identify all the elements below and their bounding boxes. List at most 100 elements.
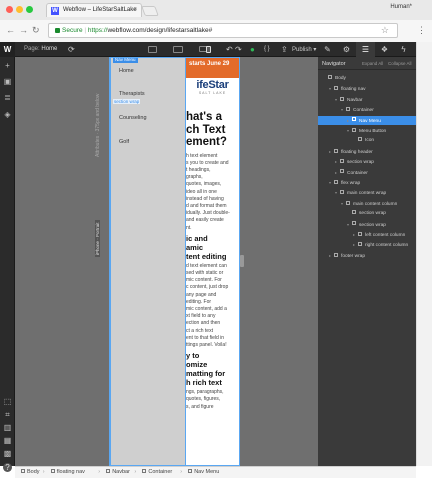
page-preview[interactable]: starts June 29 ifeStar SALT LAKE hat's a… <box>110 57 239 466</box>
help-icon[interactable]: ? <box>3 463 12 472</box>
element-box-icon <box>358 242 362 247</box>
navigator-row[interactable]: ▾ Navbar <box>318 95 416 104</box>
publish-button[interactable]: Publish ▾ <box>292 46 316 53</box>
back-icon[interactable]: ← <box>6 25 15 35</box>
navigator-row[interactable]: ▸ right content column <box>318 240 416 249</box>
article-paragraph: h text element s you to create and t hea… <box>186 152 230 231</box>
design-canvas[interactable]: Attributes · 375px and below iPhone · Po… <box>15 57 318 466</box>
navigator-row[interactable]: ▾ Container <box>318 105 416 114</box>
navigator-row[interactable]: ▸ left content column <box>318 230 416 239</box>
nav-link-therapists[interactable]: Therapists <box>119 91 145 97</box>
article-content[interactable]: hat's a ch Text ement? h text element s … <box>186 111 239 411</box>
navigator-row[interactable]: section wrap <box>318 209 416 218</box>
brand-logo[interactable]: ifeStar SALT LAKE <box>186 79 239 101</box>
navigator-row-label: Nav Menu <box>359 118 381 124</box>
navigator-row[interactable]: ▾ Menu Button <box>318 126 416 135</box>
page-selector[interactable]: Page: Home <box>24 46 57 52</box>
breadcrumb-separator-icon: › <box>98 469 101 475</box>
close-window-button[interactable] <box>6 6 13 13</box>
phone-portrait-view-icon[interactable] <box>206 46 211 53</box>
navigator-row[interactable]: Body <box>318 74 416 83</box>
navigator-row[interactable]: ▾ flex wrap <box>318 178 416 187</box>
navigator-row-label: floating header <box>341 149 373 155</box>
element-box-icon <box>340 96 344 101</box>
cms-icon[interactable]: ◈ <box>3 110 12 119</box>
navigator-row[interactable]: ▾ main content wrap <box>318 188 416 197</box>
desktop-view-icon[interactable] <box>148 46 157 53</box>
symbols-panel-tab[interactable]: ❖ <box>375 42 394 57</box>
element-box-icon <box>142 468 147 473</box>
nav-link-counseling[interactable]: Counseling <box>119 115 147 121</box>
page-settings-icon[interactable]: ⟳ <box>68 45 75 54</box>
navigator-row[interactable]: ▸ section wrap <box>318 157 416 166</box>
code-icon[interactable]: { } <box>264 45 270 54</box>
webflow-logo-icon[interactable]: W <box>0 42 15 57</box>
collapse-all-button[interactable]: Collapse All <box>388 61 412 66</box>
zoom-window-button[interactable] <box>26 6 33 13</box>
navigator-row[interactable]: ▾ floating nav <box>318 84 416 93</box>
tablet-view-icon[interactable] <box>173 46 183 53</box>
select-tool-icon[interactable]: ⬚ <box>3 397 12 406</box>
address-bar[interactable]: Secure | https://webflow.com/design/life… <box>48 23 398 38</box>
bookmark-star-icon[interactable]: ☆ <box>381 25 389 36</box>
tab-close-icon[interactable]: × <box>133 7 137 13</box>
page-footer-area <box>0 478 432 499</box>
breadcrumb: Body › floating nav › Navbar › Container › Nav M… <box>15 466 416 478</box>
status-check-icon[interactable]: ● <box>250 45 255 54</box>
redo-icon[interactable]: ↷ <box>235 45 242 54</box>
element-box-icon <box>352 221 356 226</box>
expand-all-button[interactable]: Expand All <box>362 61 383 66</box>
navigator-row[interactable]: ▾ main content column <box>318 199 416 208</box>
symbols-icon[interactable]: ▣ <box>3 77 12 86</box>
element-box-icon <box>188 468 193 473</box>
navigator-panel-tab[interactable]: ☰ <box>356 42 375 57</box>
element-box-icon <box>106 468 111 473</box>
navigator-row-label: section wrap <box>347 160 374 166</box>
style-panel-tab[interactable]: ✎ <box>318 42 337 57</box>
resize-handle[interactable] <box>240 255 244 267</box>
device-label: iPhone · Portrait <box>95 220 100 257</box>
navigator-row[interactable]: Icon <box>318 136 416 145</box>
nav-link-golf[interactable]: Golf <box>119 139 129 145</box>
navigator-row[interactable]: ▸ footer wrap <box>318 251 416 260</box>
navigator-row[interactable]: ▾ section wrap <box>318 220 416 229</box>
browser-menu-icon[interactable]: ⋮ <box>417 25 426 35</box>
breadcrumb-item[interactable]: Body <box>21 468 40 475</box>
undo-icon[interactable]: ↶ <box>226 45 233 54</box>
breadcrumb-item[interactable]: Navbar <box>106 468 130 475</box>
navigator-row-label: left content column <box>365 233 406 238</box>
element-box-icon <box>346 106 350 111</box>
preview-icon[interactable]: ▦ <box>3 436 12 445</box>
interactions-panel-tab[interactable]: ϟ <box>394 42 413 57</box>
grid-icon[interactable]: ▥ <box>3 423 12 432</box>
export-icon[interactable]: ⇪ <box>281 45 288 54</box>
edges-icon[interactable]: ⌗ <box>3 410 12 419</box>
browser-scrollbar[interactable] <box>416 42 432 466</box>
breadcrumb-item[interactable]: floating nav <box>50 468 85 475</box>
settings-panel-tab[interactable]: ⚙ <box>337 42 356 57</box>
breadcrumb-item[interactable]: Nav Menu <box>188 468 219 475</box>
navigator-row-label: Navbar <box>347 97 363 103</box>
browser-tab[interactable]: W Webflow – LifeStarSaltLake × <box>46 3 142 17</box>
page-name: Home <box>41 46 58 52</box>
breadcrumb-label: floating nav <box>56 469 85 475</box>
nav-link-home[interactable]: Home <box>119 68 134 74</box>
profile-name[interactable]: Human* <box>390 4 412 10</box>
minimize-window-button[interactable] <box>16 6 23 13</box>
forward-icon[interactable]: → <box>19 25 28 35</box>
pages-icon[interactable]: ≣ <box>3 93 12 102</box>
element-box-icon <box>352 127 356 132</box>
element-box-icon <box>352 117 356 122</box>
navigator-row-label: Body <box>335 76 346 81</box>
navigator-header: Navigator Expand All Collapse All <box>318 57 416 70</box>
new-tab-button[interactable] <box>141 6 159 16</box>
element-box-icon <box>21 468 25 473</box>
nav-menu[interactable]: Nav Menu Home Therapists section wrap Co… <box>110 57 186 466</box>
navigator-row[interactable]: ▸ Container <box>318 168 416 177</box>
add-element-icon[interactable]: + <box>3 61 12 70</box>
breadcrumb-item[interactable]: Container <box>142 468 172 475</box>
reload-icon[interactable]: ↻ <box>32 25 40 35</box>
navigator-row[interactable]: ▸ floating header <box>318 147 416 156</box>
navigator-row[interactable]: ▸ Nav Menu <box>318 115 416 125</box>
xray-icon[interactable]: ▩ <box>3 449 12 458</box>
